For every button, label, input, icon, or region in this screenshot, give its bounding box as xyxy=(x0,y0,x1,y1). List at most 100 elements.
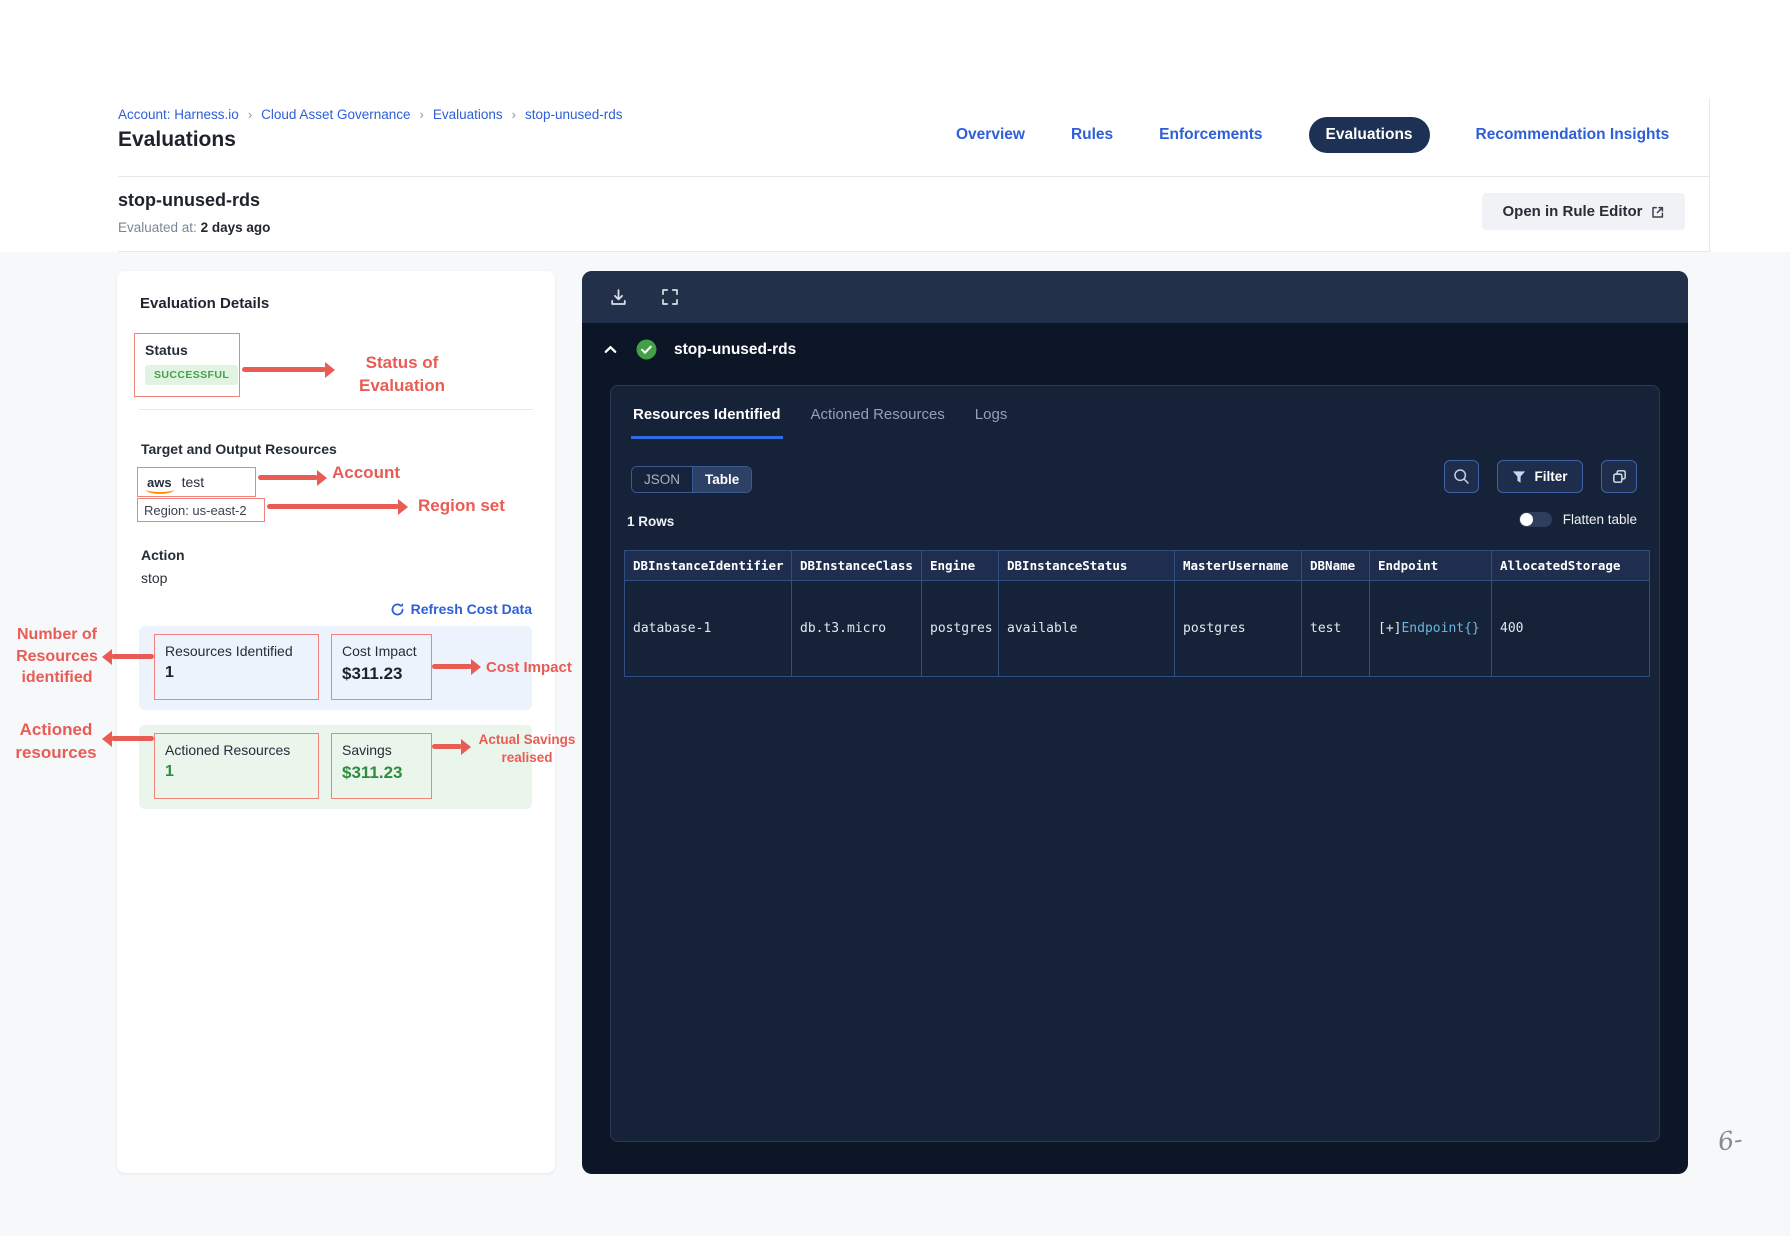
actioned-annotation-arrow xyxy=(102,730,154,747)
account-chip[interactable]: aws test xyxy=(137,467,256,497)
savings-annotation-text: Actual Savings realised xyxy=(478,732,576,766)
actioned-resources-label: Actioned Resources xyxy=(165,742,291,758)
tab-logs[interactable]: Logs xyxy=(973,406,1010,439)
filter-funnel-icon xyxy=(1512,470,1526,484)
evaluation-details-card: Evaluation Details Status SUCCESSFUL Tar… xyxy=(117,271,555,1173)
filter-label: Filter xyxy=(1534,469,1568,484)
nav-tab-rules[interactable]: Rules xyxy=(1071,126,1113,144)
nav-tab-recommendation-insights[interactable]: Recommendation Insights xyxy=(1476,126,1670,144)
cell-dbinstanceclass: db.t3.micro xyxy=(791,580,922,677)
status-annotation-box: Status SUCCESSFUL xyxy=(134,333,240,397)
actioned-resources-value: 1 xyxy=(165,763,174,780)
breadcrumb-current[interactable]: stop-unused-rds xyxy=(525,107,623,122)
pen-scribble-mark: 6- xyxy=(1716,1124,1745,1157)
rule-name: stop-unused-rds xyxy=(118,190,260,210)
refresh-label: Refresh Cost Data xyxy=(410,601,532,617)
success-check-icon xyxy=(636,339,657,360)
tab-resources-identified[interactable]: Resources Identified xyxy=(631,406,783,439)
header-divider xyxy=(118,176,1710,177)
flatten-table-toggle[interactable] xyxy=(1518,512,1552,527)
refresh-icon xyxy=(390,602,405,617)
resources-identified-label: Resources Identified xyxy=(165,643,293,659)
column-endpoint: Endpoint xyxy=(1369,550,1492,581)
download-icon[interactable] xyxy=(608,287,629,308)
resources-identified-stat: Resources Identified 1 xyxy=(154,634,319,700)
evaluation-results-panel: stop-unused-rds Resources Identified Act… xyxy=(582,271,1688,1174)
target-output-title: Target and Output Resources xyxy=(141,441,337,457)
status-label: Status xyxy=(145,342,188,358)
column-dbinstancestatus: DBInstanceStatus xyxy=(998,550,1175,581)
evaluated-at-label: Evaluated at: xyxy=(118,220,197,235)
action-value: stop xyxy=(141,570,168,586)
region-annotation-text: Region set xyxy=(418,496,505,515)
savings-annotation-arrow xyxy=(432,738,471,755)
nav-tab-evaluations-active[interactable]: Evaluations xyxy=(1308,117,1430,153)
open-in-rule-editor-button[interactable]: Open in Rule Editor xyxy=(1482,193,1685,230)
flatten-table-control: Flatten table xyxy=(1518,512,1637,527)
nav-tab-enforcements[interactable]: Enforcements xyxy=(1159,126,1262,144)
page-title: Evaluations xyxy=(118,128,236,151)
region-chip: Region: us-east-2 xyxy=(137,498,265,522)
cost-impact-value: $311.23 xyxy=(342,664,403,683)
resources-identified-value: 1 xyxy=(165,664,174,681)
column-engine: Engine xyxy=(921,550,999,581)
page: Account: Harness.io › Cloud Asset Govern… xyxy=(0,0,1790,1236)
breadcrumb-separator: › xyxy=(247,107,253,122)
cost-annotation-arrow xyxy=(432,658,481,675)
table-row: database-1 db.t3.micro postgres availabl… xyxy=(624,580,1650,677)
aws-logo-icon: aws xyxy=(146,474,174,494)
breadcrumb-evaluations[interactable]: Evaluations xyxy=(433,107,503,122)
breadcrumb: Account: Harness.io › Cloud Asset Govern… xyxy=(118,107,623,122)
breadcrumb-account[interactable]: Account: Harness.io xyxy=(118,107,239,122)
evaluated-at-value: 2 days ago xyxy=(200,220,271,235)
resources-table: DBInstanceIdentifier DBInstanceClass Eng… xyxy=(624,550,1650,677)
filter-button[interactable]: Filter xyxy=(1497,460,1583,493)
results-container: Resources Identified Actioned Resources … xyxy=(610,385,1660,1142)
cell-engine: postgres xyxy=(921,580,999,677)
breadcrumb-separator: › xyxy=(419,107,424,122)
table-header-row: DBInstanceIdentifier DBInstanceClass Eng… xyxy=(624,550,1650,581)
search-button[interactable] xyxy=(1444,460,1479,493)
cell-dbinstanceidentifier: database-1 xyxy=(624,580,792,677)
toggle-knob xyxy=(1519,513,1533,526)
rows-count: 1 Rows xyxy=(627,514,675,529)
nav-tab-overview[interactable]: Overview xyxy=(956,126,1025,144)
endpoint-expand-link[interactable]: Endpoint{} xyxy=(1401,621,1479,636)
actioned-annotation-text: Actioned resources xyxy=(15,720,97,762)
refresh-cost-data-link[interactable]: Refresh Cost Data xyxy=(390,601,532,617)
account-annotation-arrow xyxy=(258,469,327,486)
copy-icon xyxy=(1611,468,1628,485)
savings-label: Savings xyxy=(342,742,392,758)
breadcrumb-separator: › xyxy=(511,107,516,122)
status-annotation-text: Status of Evaluation xyxy=(359,353,445,395)
column-dbname: DBName xyxy=(1301,550,1370,581)
region-annotation-arrow xyxy=(267,498,408,515)
evaluation-details-title: Evaluation Details xyxy=(140,295,270,312)
view-mode-toggle: JSON Table xyxy=(631,466,753,493)
tab-actioned-resources[interactable]: Actioned Resources xyxy=(809,406,947,439)
copy-button[interactable] xyxy=(1601,460,1637,493)
cost-impact-label: Cost Impact xyxy=(342,643,417,659)
savings-stat: Savings $311.23 xyxy=(331,733,432,799)
resources-annotation-text: Number of Resources identified xyxy=(16,626,98,687)
search-icon xyxy=(1453,468,1470,485)
panel-title-row: stop-unused-rds xyxy=(602,339,796,360)
panel-rule-title: stop-unused-rds xyxy=(674,340,797,358)
chevron-up-icon[interactable] xyxy=(602,341,619,358)
breadcrumb-cloud-asset-governance[interactable]: Cloud Asset Governance xyxy=(261,107,410,122)
view-mode-json[interactable]: JSON xyxy=(632,467,693,492)
card-divider xyxy=(139,409,533,410)
cell-masterusername: postgres xyxy=(1174,580,1302,677)
column-dbinstanceclass: DBInstanceClass xyxy=(791,550,922,581)
column-dbinstanceidentifier: DBInstanceIdentifier xyxy=(624,550,792,581)
resources-annotation-arrow xyxy=(102,648,154,665)
column-allocatedstorage: AllocatedStorage xyxy=(1491,550,1650,581)
fullscreen-icon[interactable] xyxy=(660,287,680,307)
savings-value: $311.23 xyxy=(342,763,403,782)
column-masterusername: MasterUsername xyxy=(1174,550,1302,581)
cell-endpoint: [+]Endpoint{} xyxy=(1369,580,1492,677)
table-controls: Filter xyxy=(1444,460,1637,493)
account-name: test xyxy=(181,474,205,490)
cost-annotation-text: Cost Impact xyxy=(486,659,572,676)
view-mode-table[interactable]: Table xyxy=(692,467,752,492)
